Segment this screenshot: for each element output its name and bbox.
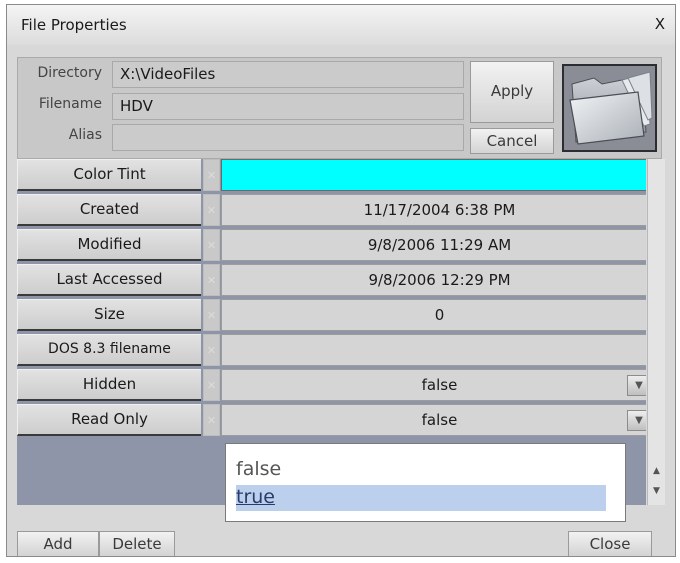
clear-icon[interactable]: ✕ <box>203 369 220 401</box>
property-value[interactable]: 0 <box>221 299 646 331</box>
clear-icon[interactable]: ✕ <box>203 229 220 261</box>
apply-button[interactable]: Apply <box>470 61 554 123</box>
alias-label: Alias <box>68 127 102 143</box>
dropdown-highlight <box>236 485 606 511</box>
cancel-button[interactable]: Cancel <box>470 128 554 154</box>
property-label: Last Accessed <box>17 264 201 296</box>
directory-label: Directory <box>37 65 102 81</box>
property-row-read-only: Read Only ✕ false ▼ <box>17 404 646 437</box>
directory-field[interactable]: X:\VideoFiles <box>112 61 464 88</box>
dropdown-popup: false true <box>225 443 626 522</box>
dropdown-option-true[interactable]: true <box>236 486 275 508</box>
folder-preview <box>562 64 657 152</box>
property-label: Read Only <box>17 404 201 436</box>
alias-field[interactable] <box>112 124 464 151</box>
title-bar: File Properties X <box>7 5 675 45</box>
property-value: false <box>421 376 458 394</box>
add-button[interactable]: Add <box>17 531 99 556</box>
property-label: DOS 8.3 filename <box>17 334 201 366</box>
property-label: Color Tint <box>17 159 201 191</box>
property-row-color-tint: Color Tint ✕ <box>17 159 646 192</box>
read-only-select[interactable]: false ▼ <box>221 404 646 436</box>
window-title: File Properties <box>21 16 127 34</box>
property-value[interactable] <box>221 334 646 366</box>
filename-label: Filename <box>38 96 102 112</box>
close-window-button[interactable]: X <box>655 15 665 33</box>
property-row-modified: Modified ✕ 9/8/2006 11:29 AM <box>17 229 646 262</box>
hidden-select[interactable]: false ▼ <box>221 369 646 401</box>
clear-icon[interactable]: ✕ <box>203 404 220 436</box>
clear-icon[interactable]: ✕ <box>203 264 220 296</box>
folder-icon <box>569 71 653 145</box>
chevron-down-icon[interactable]: ▼ <box>627 410 646 431</box>
clear-icon[interactable]: ✕ <box>203 159 220 191</box>
color-tint-swatch[interactable] <box>221 159 646 191</box>
filename-field[interactable]: HDV <box>112 93 464 120</box>
property-value[interactable]: 11/17/2004 6:38 PM <box>221 194 646 226</box>
scroll-up-icon[interactable]: ▲ <box>650 463 663 479</box>
dropdown-option-false[interactable]: false <box>236 458 281 480</box>
property-label: Created <box>17 194 201 226</box>
property-row-last-accessed: Last Accessed ✕ 9/8/2006 12:29 PM <box>17 264 646 297</box>
clear-icon[interactable]: ✕ <box>203 299 220 331</box>
close-button[interactable]: Close <box>568 531 652 556</box>
property-row-size: Size ✕ 0 <box>17 299 646 332</box>
property-label: Modified <box>17 229 201 261</box>
property-label: Hidden <box>17 369 201 401</box>
property-row-created: Created ✕ 11/17/2004 6:38 PM <box>17 194 646 227</box>
property-label: Size <box>17 299 201 331</box>
chevron-down-icon[interactable]: ▼ <box>627 375 646 396</box>
file-info-panel: Directory X:\VideoFiles Filename HDV Ali… <box>17 57 662 159</box>
property-value[interactable]: 9/8/2006 11:29 AM <box>221 229 646 261</box>
property-row-hidden: Hidden ✕ false ▼ <box>17 369 646 402</box>
clear-icon[interactable]: ✕ <box>203 194 220 226</box>
property-value[interactable]: 9/8/2006 12:29 PM <box>221 264 646 296</box>
property-value: false <box>421 411 458 429</box>
file-properties-window: File Properties X Directory X:\VideoFile… <box>6 4 676 557</box>
clear-icon[interactable]: ✕ <box>203 334 220 366</box>
vertical-scrollbar[interactable]: ▲ ▼ <box>647 159 665 505</box>
property-row-dos-filename: DOS 8.3 filename ✕ <box>17 334 646 367</box>
delete-button[interactable]: Delete <box>99 531 175 556</box>
scroll-down-icon[interactable]: ▼ <box>650 483 663 499</box>
